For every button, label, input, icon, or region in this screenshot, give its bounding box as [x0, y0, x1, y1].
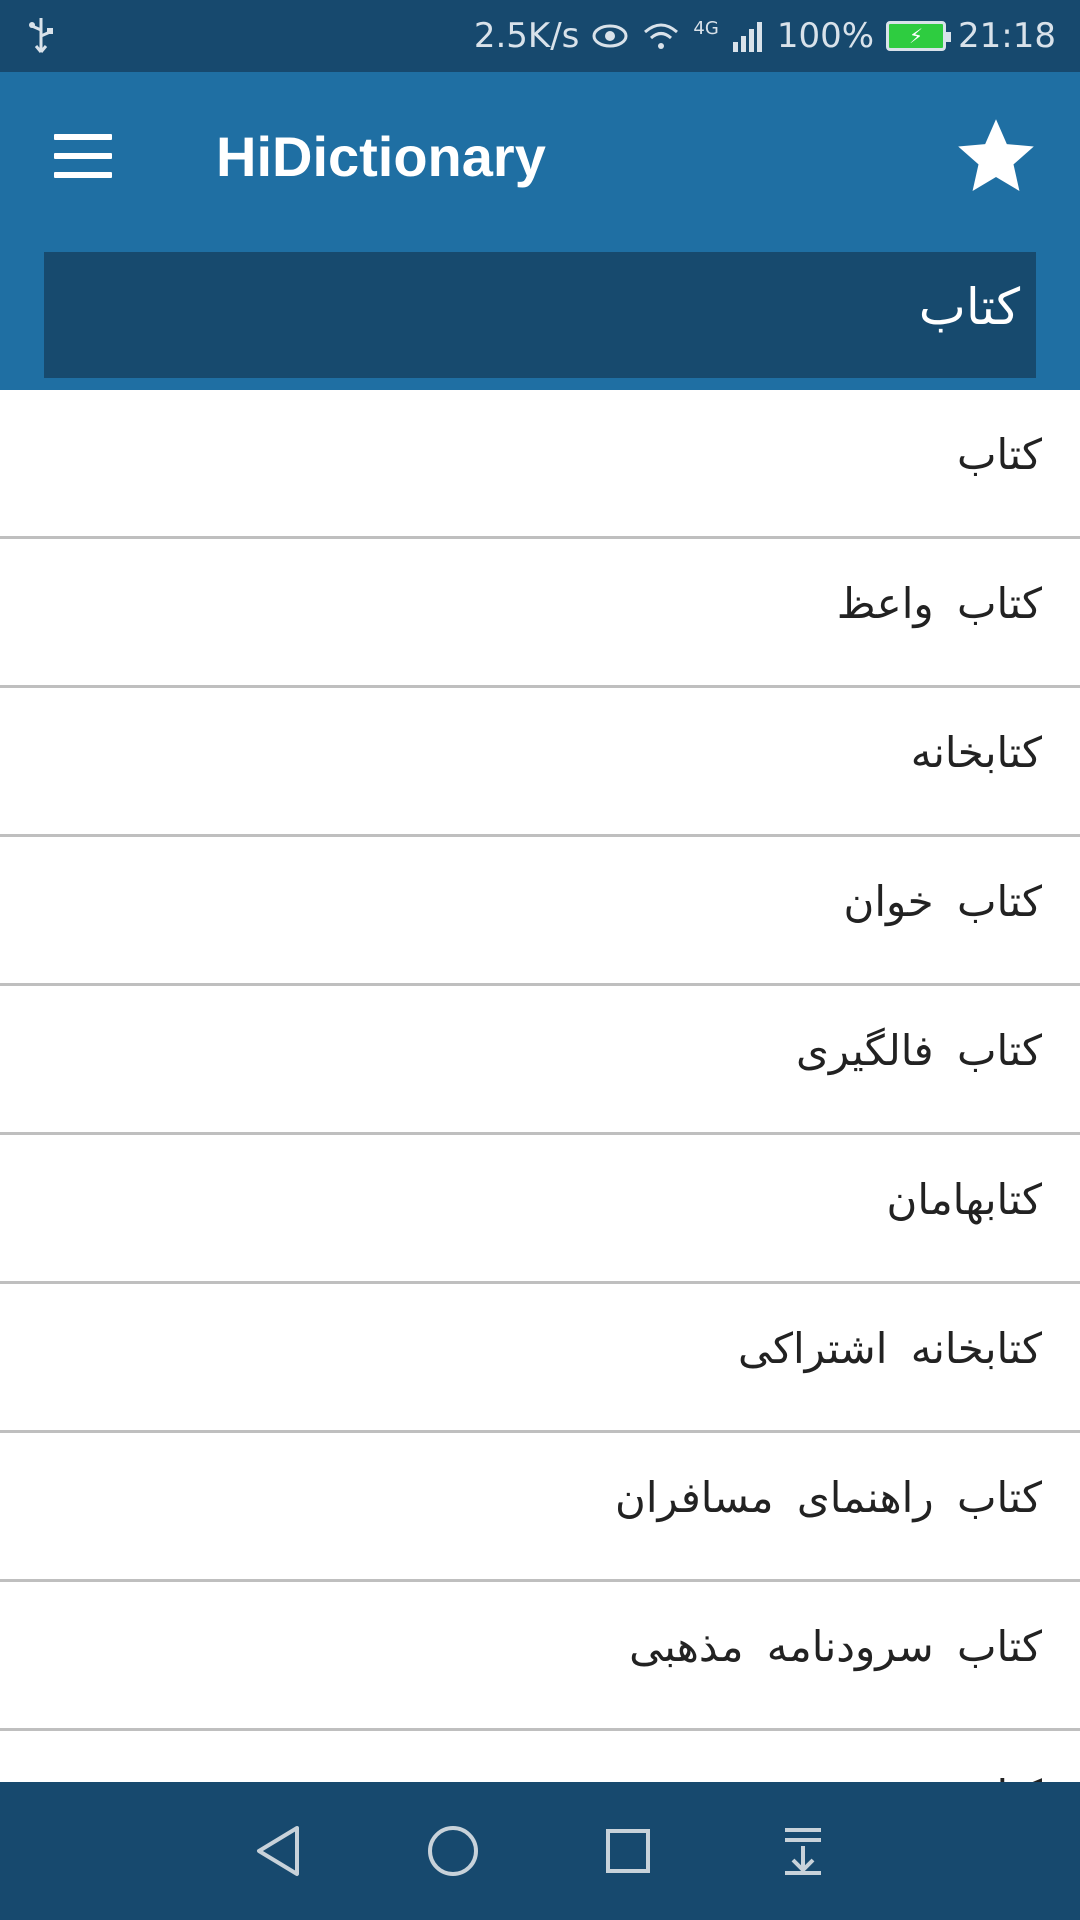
list-item[interactable]: کتاب راهنمای مسافران: [0, 1433, 1080, 1582]
usb-icon: [29, 18, 53, 53]
list-item[interactable]: کتابخانه اشتراکی: [0, 1284, 1080, 1433]
list-item[interactable]: کتاب: [0, 1731, 1080, 1782]
notification-pull-icon[interactable]: [773, 1821, 833, 1881]
list-item[interactable]: کتاب خوان: [0, 837, 1080, 986]
signal-icon: [732, 22, 762, 52]
navigation-bar: [0, 1782, 1080, 1920]
results-list: کتاب کتاب واعظ کتابخانه کتاب خوان کتاب ف…: [0, 390, 1080, 1782]
back-icon[interactable]: [248, 1821, 308, 1881]
search-input[interactable]: کتاب: [44, 252, 1036, 378]
list-item[interactable]: کتاب: [0, 390, 1080, 539]
recents-icon[interactable]: [598, 1821, 658, 1881]
search-area: کتاب: [0, 240, 1080, 390]
list-item[interactable]: کتاب سرودنامه مذهبی: [0, 1582, 1080, 1731]
list-item[interactable]: کتاب فالگیری: [0, 986, 1080, 1135]
list-item[interactable]: کتابهامان: [0, 1135, 1080, 1284]
clock: 21:18: [958, 16, 1056, 56]
list-item[interactable]: کتاب واعظ: [0, 539, 1080, 688]
app-title: HiDictionary: [216, 125, 546, 188]
status-bar: 2.5K/s 4G 100% ⚡ 21:18: [0, 0, 1080, 72]
eye-icon: [592, 24, 628, 48]
network-type: 4G: [693, 17, 719, 39]
home-icon[interactable]: [423, 1821, 483, 1881]
hamburger-menu-icon[interactable]: [54, 134, 112, 178]
network-speed: 2.5K/s: [473, 16, 580, 56]
battery-percent: 100%: [776, 16, 875, 56]
star-icon[interactable]: [954, 114, 1038, 198]
list-item[interactable]: کتابخانه: [0, 688, 1080, 837]
app-bar: HiDictionary: [0, 72, 1080, 240]
wifi-icon: [644, 23, 679, 49]
battery-icon: ⚡: [886, 21, 952, 51]
